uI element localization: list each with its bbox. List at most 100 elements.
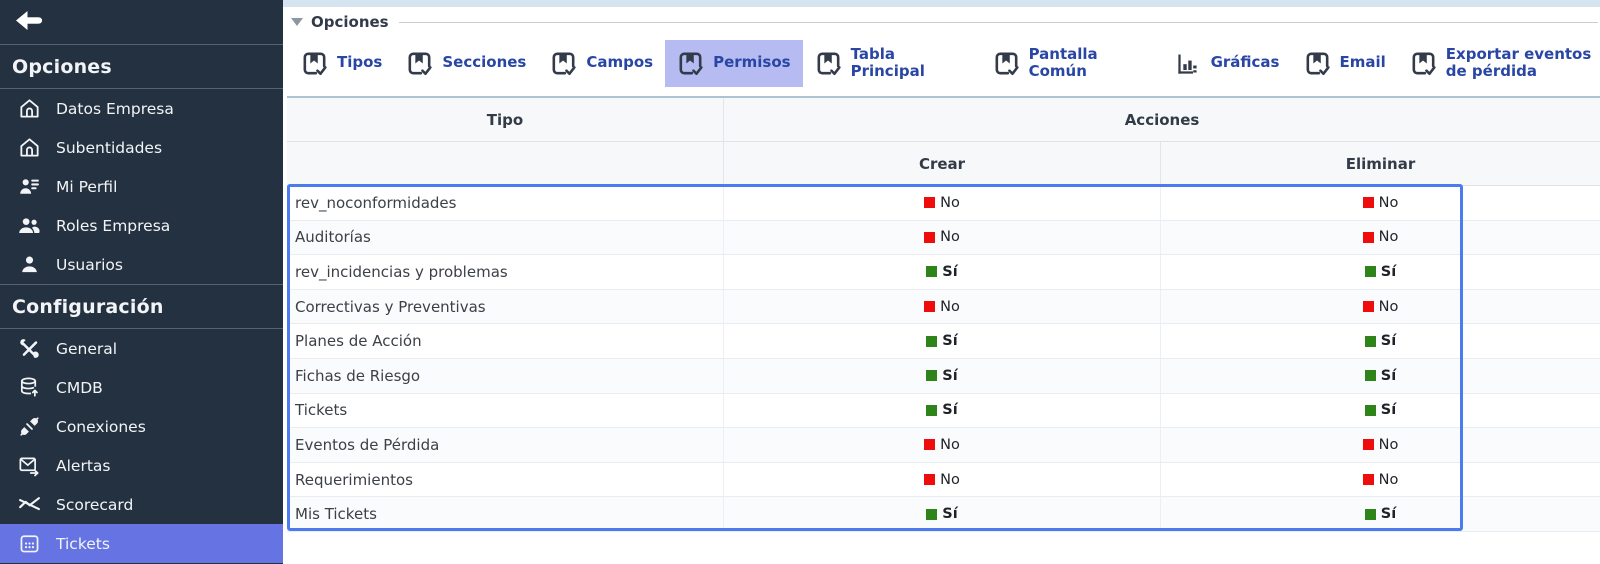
table-row[interactable]: rev_noconformidades No No [287,186,1600,221]
mail-arrow-icon [16,454,42,478]
sidebar-item[interactable]: Conexiones [0,407,283,446]
bookmark-check-icon [993,50,1020,77]
sidebar-item[interactable]: CMDB [0,368,283,407]
group-rule [399,22,1598,23]
caret-down-icon[interactable] [291,17,305,27]
crear-value: No [940,195,960,211]
crear-cell: Sí [724,497,1161,531]
sidebar-item[interactable]: General [0,329,283,368]
sidebar-item-label: Datos Empresa [56,100,174,118]
status-square-icon [1365,370,1376,381]
eliminar-cell: No [1161,186,1600,220]
table-row[interactable]: Mis Tickets Sí Sí [287,497,1600,532]
sidebar-section-title-configuracion: Configuración [0,285,283,328]
tipo-cell: Tickets [287,394,724,428]
sidebar-item-label: Usuarios [56,256,123,274]
crear-cell: Sí [724,324,1161,358]
sidebar-item-label: CMDB [56,379,103,397]
status-square-icon [1363,232,1374,243]
tipo-cell: Requerimientos [287,463,724,497]
bar-chart-icon [1175,50,1202,77]
sidebar-item[interactable]: Alertas [0,446,283,485]
sidebar-item-label: Tickets [56,535,110,553]
crear-cell: No [724,463,1161,497]
table-row[interactable]: Tickets Sí Sí [287,394,1600,429]
bookmark-check-icon [1410,50,1437,77]
sidebar-section-title-opciones: Opciones [0,45,283,88]
sidebar-item[interactable]: Scorecard [0,485,283,524]
sidebar-divider [0,88,283,89]
sidebar-divider [0,328,283,329]
toolbar-tab[interactable]: Secciones [394,40,538,87]
main-content: Opciones Tipos Secciones Campos Permisos… [283,0,1600,564]
status-square-icon [1363,197,1374,208]
toolbar-tab-label: Campos [586,54,653,71]
table-body: rev_noconformidades No No Auditorías No [287,186,1600,532]
sidebar-nav-configuracion: General CMDB Conexiones Alertas Scorecar… [0,329,283,563]
tipo-cell: Fichas de Riesgo [287,359,724,393]
crear-value: Sí [942,506,957,522]
toolbar-tab[interactable]: Tipos [289,40,394,87]
crear-value: No [940,299,960,315]
table-row[interactable]: rev_incidencias y problemas Sí Sí [287,255,1600,290]
eliminar-cell: No [1161,463,1600,497]
sidebar-item-label: Subentidades [56,139,162,157]
eliminar-cell: Sí [1161,359,1600,393]
sidebar-item[interactable]: Mi Perfil [0,167,283,206]
status-square-icon [924,232,935,243]
table-row[interactable]: Eventos de Pérdida No No [287,428,1600,463]
sidebar-item[interactable]: Usuarios [0,245,283,284]
plug-icon [16,415,42,439]
status-square-icon [924,474,935,485]
sidebar-divider [0,284,283,285]
options-group-label: Opciones [311,13,389,31]
toolbar-tab[interactable]: Pantalla Común [981,36,1133,91]
toolbar-tab[interactable]: Exportar eventos de pérdida [1398,36,1600,91]
crear-value: Sí [942,402,957,418]
table-row[interactable]: Correctivas y Preventivas No No [287,290,1600,325]
toolbar-tab-label: Pantalla Común [1029,46,1121,81]
sidebar-item[interactable]: Datos Empresa [0,89,283,128]
sidebar-item-label: Mi Perfil [56,178,117,196]
toolbar-tab[interactable]: Campos [538,40,665,87]
options-toolbar: Tipos Secciones Campos Permisos Tabla Pr… [283,35,1600,91]
sidebar-divider [0,44,283,45]
crear-cell: No [724,290,1161,324]
sidebar-item-label: General [56,340,117,358]
crear-cell: No [724,428,1161,462]
sidebar-item[interactable]: Subentidades [0,128,283,167]
chart-line-icon [16,493,42,517]
toolbar-tab[interactable]: Email [1292,40,1398,87]
toolbar-tab[interactable]: Permisos [665,40,803,87]
table-row[interactable]: Fichas de Riesgo Sí Sí [287,359,1600,394]
column-header-eliminar: Eliminar [1161,142,1600,185]
bookmark-check-icon [815,50,842,77]
status-square-icon [926,370,937,381]
home-icon [16,97,42,121]
tipo-cell: Correctivas y Preventivas [287,290,724,324]
tipo-cell: Mis Tickets [287,497,724,531]
status-square-icon [1365,266,1376,277]
tipo-cell: rev_incidencias y problemas [287,255,724,289]
eliminar-value: Sí [1381,402,1396,418]
sidebar-item-label: Conexiones [56,418,146,436]
status-square-icon [1363,474,1374,485]
toolbar-tab[interactable]: Tabla Principal [803,36,955,91]
crear-value: Sí [942,333,957,349]
back-arrow-icon [16,11,43,34]
table-row[interactable]: Auditorías No No [287,221,1600,256]
toolbar-tab[interactable]: Gráficas [1163,40,1292,87]
crear-value: No [940,229,960,245]
sidebar-item[interactable]: Roles Empresa [0,206,283,245]
table-header-row-2: Crear Eliminar [287,142,1600,186]
crear-value: Sí [942,368,957,384]
table-row[interactable]: Planes de Acción Sí Sí [287,324,1600,359]
eliminar-value: No [1379,437,1399,453]
table-row[interactable]: Requerimientos No No [287,463,1600,498]
tipo-cell: Planes de Acción [287,324,724,358]
sidebar-item[interactable]: Tickets [0,524,283,563]
sidebar-item-label: Roles Empresa [56,217,170,235]
back-button[interactable] [0,0,283,44]
eliminar-cell: Sí [1161,255,1600,289]
crear-value: Sí [942,264,957,280]
